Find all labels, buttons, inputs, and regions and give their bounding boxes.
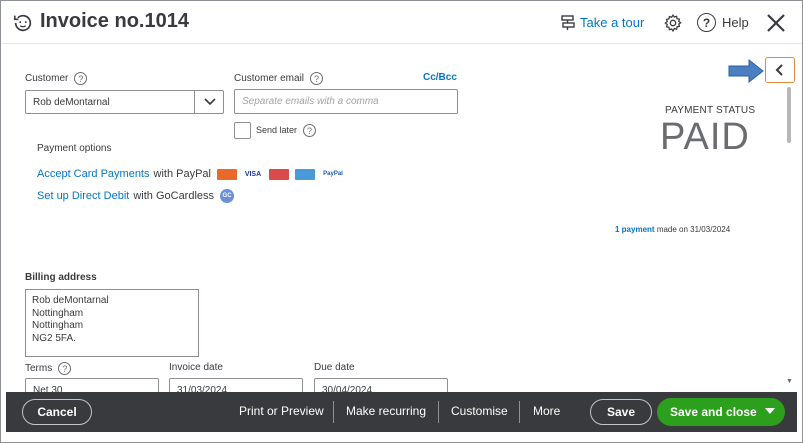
save-button[interactable]: Save [590,399,652,425]
email-help-icon[interactable]: ? [310,72,324,85]
more-button[interactable]: More [533,404,560,418]
payment-count-link[interactable]: 1 payment [615,225,655,234]
paypal-logo: PayPal [320,168,345,180]
email-label: Customer email [234,73,305,85]
billing-address-label: Billing address [25,272,97,283]
amex-logo [294,168,315,180]
terms-help-icon[interactable]: ? [58,362,72,375]
customer-label-row: Customer? [25,72,88,85]
maestro-logo [268,168,289,180]
direct-debit-suffix: with GoCardless [133,190,215,202]
history-icon[interactable] [12,12,34,34]
make-recurring-button[interactable]: Make recurring [346,404,426,418]
save-and-close-label: Save and close [670,405,757,419]
email-label-row: Customer email? [234,72,324,85]
scrollbar-thumb[interactable] [787,87,791,143]
chevron-left-icon [775,64,783,76]
caret-down-icon[interactable] [765,408,775,414]
billing-line: Nottingham [32,307,84,319]
payment-info: 1 payment made on 31/03/2024 [615,225,730,234]
send-later-help-icon[interactable]: ? [303,124,317,137]
scroll-down-arrow-icon[interactable]: ▼ [786,378,793,385]
signpost-icon [561,15,575,30]
print-preview-button[interactable]: Print or Preview [239,404,324,418]
payment-options-title: Payment options [37,143,112,154]
terms-label-row: Terms? [25,362,72,375]
email-field[interactable]: Separate emails with a comma [234,89,458,114]
mastercard-logo [216,168,237,180]
save-and-close-button[interactable]: Save and close [657,398,785,426]
help-label: Help [722,15,749,30]
customer-dropdown-button[interactable] [194,90,224,114]
customer-label: Customer [25,73,69,85]
help-icon: ? [697,13,716,32]
direct-debit-row: Set up Direct Debit with GoCardless GC [37,189,235,203]
page-title: Invoice no.1014 [40,10,189,32]
invoice-window: Invoice no.1014 Take a tour ? Help Custo… [0,0,803,443]
terms-label: Terms [25,363,53,375]
customise-button[interactable]: Customise [451,404,508,418]
cancel-button[interactable]: Cancel [22,399,92,425]
due-date-label: Due date [314,362,355,373]
payment-date-text: made on 31/03/2024 [656,225,731,234]
payment-status-value: PAID [660,116,750,158]
take-tour-button[interactable]: Take a tour [560,14,644,30]
footer-divider [438,401,439,423]
help-button[interactable]: ? Help [697,13,749,32]
direct-debit-link[interactable]: Set up Direct Debit [37,190,129,202]
collapse-panel-button[interactable] [765,57,795,83]
close-icon[interactable] [764,11,788,35]
customer-value: Rob deMontarnal [33,96,110,108]
gear-icon[interactable] [663,13,683,33]
footer-divider [333,401,334,423]
billing-address-field[interactable]: Rob deMontarnal Nottingham Nottingham NG… [25,289,199,357]
customer-help-icon[interactable]: ? [74,72,88,85]
arrow-right-icon [728,59,764,83]
email-placeholder: Separate emails with a comma [242,96,379,107]
accept-card-suffix: with PayPal [153,168,211,180]
accept-card-row: Accept Card Payments with PayPal VISA Pa… [37,168,345,180]
invoice-date-label: Invoice date [169,362,223,373]
billing-line: Nottingham [32,320,84,331]
billing-line: Rob deMontarnal [32,295,109,306]
take-tour-label: Take a tour [580,14,645,30]
send-later-label: Send later [256,124,298,135]
visa-logo: VISA [242,168,263,180]
billing-line: NG2 5FA. [32,332,76,344]
chevron-down-icon [203,98,216,106]
gocardless-icon: GC [220,189,235,203]
accept-card-payments-link[interactable]: Accept Card Payments [37,168,150,180]
header-bar: Invoice no.1014 Take a tour ? Help [2,2,802,44]
footer-bar: Cancel Print or Preview Make recurring C… [6,392,797,432]
send-later-checkbox[interactable] [234,122,251,139]
send-later-row: Send later? [256,124,317,137]
footer-divider [519,401,520,423]
payment-status-label: PAYMENT STATUS [665,105,756,116]
cc-bcc-link[interactable]: Cc/Bcc [423,72,457,83]
